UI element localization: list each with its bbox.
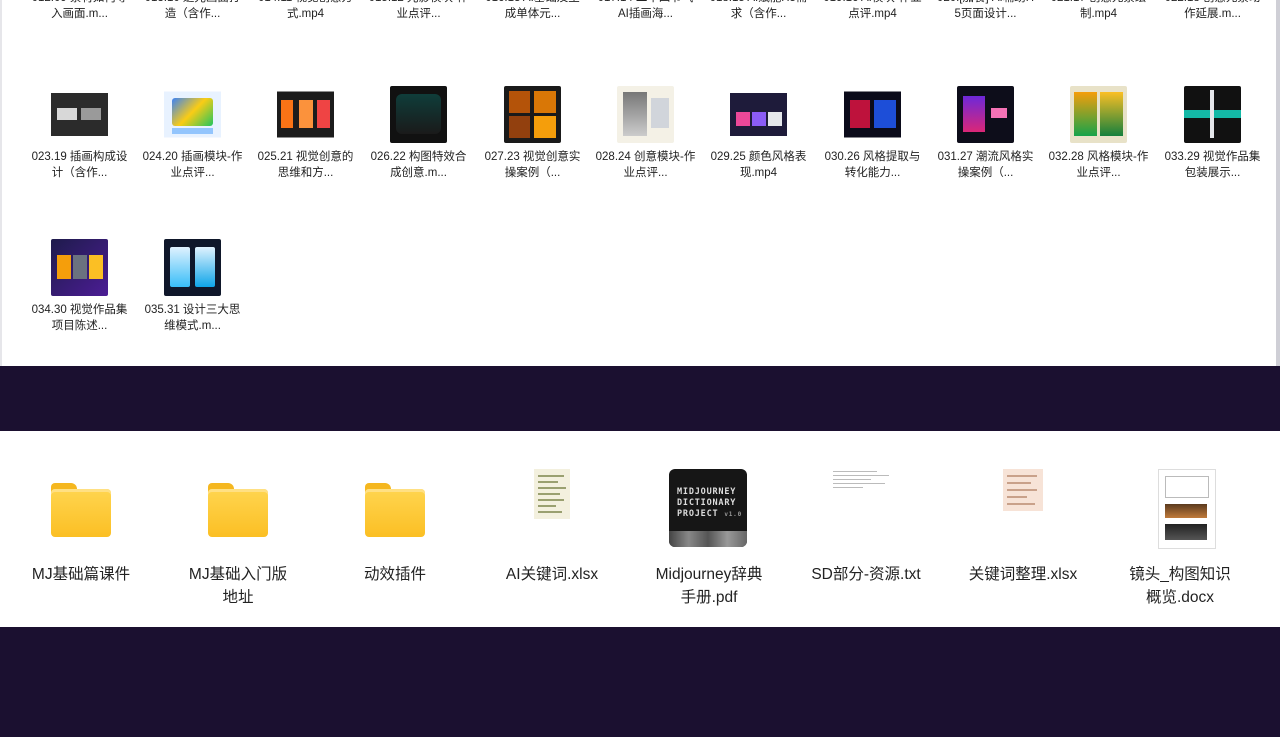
- video-file-item[interactable]: 028.24 创意模块-作业点评...: [589, 86, 702, 181]
- video-thumbnail-icon: [730, 86, 787, 143]
- item-name: 关键词整理.xlsx: [968, 566, 1078, 583]
- file-name: 018.15 AI赋能H5需求（含作...: [710, 0, 808, 20]
- video-file-item[interactable]: 025.21 视觉创意的思维和方...: [249, 86, 362, 181]
- file-name: 030.26 风格提取与转化能力...: [824, 151, 921, 179]
- video-thumbnail-icon: [277, 86, 334, 143]
- item-name: MJ基础篇课件: [31, 566, 131, 583]
- video-file-item[interactable]: 027.23 视觉创意实操案例（...: [476, 86, 589, 181]
- pdf-cover-line3: PROJECT: [677, 509, 719, 519]
- video-thumbnail-icon: [844, 86, 901, 143]
- video-file-item[interactable]: 033.29 视觉作品集包装展示...: [1156, 86, 1269, 181]
- file-item[interactable]: 015.12 光影模块-作业点评...: [362, 0, 475, 22]
- file-item[interactable]: 019.16 AI模块-作业点评.mp4: [816, 0, 929, 22]
- video-thumbnail-icon: [957, 86, 1014, 143]
- video-thumbnail-icon: [390, 86, 447, 143]
- folder-item[interactable]: MJ基础篇课件: [11, 469, 151, 586]
- video-thumbnail-icon: [504, 86, 561, 143]
- document-icon: [1140, 469, 1220, 553]
- file-item[interactable]: 016.13 AI基础及生成单体元...: [476, 0, 589, 22]
- file-item[interactable]: 014.11 视觉创意方式.mp4: [249, 0, 362, 22]
- file-item[interactable]: 镜头_构图知识概览.docx: [1110, 469, 1250, 609]
- file-name: 026.22 构图特效合成创意.m...: [370, 151, 467, 179]
- video-thumbnail-icon: [617, 86, 674, 143]
- video-thumbnail-icon: [51, 239, 108, 296]
- video-file-item[interactable]: 023.19 插画构成设计（含作...: [23, 86, 136, 181]
- folder-icon: [41, 469, 121, 553]
- pdf-icon: MIDJOURNEY DICTIONARY PROJECT v1.0: [669, 469, 749, 553]
- file-name: 029.25 颜色风格表现.mp4: [710, 151, 807, 179]
- video-file-item[interactable]: 035.31 设计三大思维模式.m...: [136, 239, 249, 334]
- spreadsheet-icon: [512, 469, 592, 553]
- file-name: 027.23 视觉创意实操案例（...: [484, 151, 581, 179]
- file-item[interactable]: MIDJOURNEY DICTIONARY PROJECT v1.0 Midjo…: [639, 469, 779, 609]
- file-list-panel: MJ基础篇课件 MJ基础入门版地址 动效插件 AI关键词.xlsx MIDJOU…: [0, 431, 1280, 627]
- file-item[interactable]: 017.14 二十四节气AI插画海...: [589, 0, 702, 22]
- video-file-item[interactable]: 024.20 插画模块-作业点评...: [136, 86, 249, 181]
- video-file-item[interactable]: 031.27 潮流风格实操案例（...: [929, 86, 1042, 181]
- folder-item[interactable]: MJ基础入门版地址: [168, 469, 308, 609]
- video-thumbnail-icon: [164, 86, 221, 143]
- file-name: 016.13 AI基础及生成单体元...: [485, 0, 580, 20]
- video-file-item[interactable]: 034.30 视觉作品集项目陈述...: [23, 239, 136, 334]
- file-name: 020.[加餐] AI辅助H5页面设计...: [937, 0, 1034, 20]
- folder-icon: [198, 469, 278, 553]
- file-name: 014.11 视觉创意方式.mp4: [258, 0, 353, 20]
- file-name: 019.16 AI模块-作业点评.mp4: [823, 0, 921, 20]
- file-name: 024.20 插画模块-作业点评...: [142, 151, 243, 179]
- file-name: 035.31 设计三大思维模式.m...: [144, 304, 241, 332]
- file-item[interactable]: 013.10 逆光画面打造（含作...: [136, 0, 249, 22]
- file-name: 032.28 风格模块-作业点评...: [1048, 151, 1149, 179]
- file-name: 028.24 创意模块-作业点评...: [595, 151, 696, 179]
- file-item[interactable]: 018.15 AI赋能H5需求（含作...: [702, 0, 815, 22]
- file-name: 031.27 潮流风格实操案例（...: [937, 151, 1034, 179]
- file-item[interactable]: AI关键词.xlsx: [482, 469, 622, 586]
- file-item[interactable]: 012.09 素材如何导入画面.m...: [23, 0, 136, 22]
- item-name: MJ基础入门版地址: [188, 566, 288, 606]
- video-thumbnail-icon: [164, 239, 221, 296]
- file-item[interactable]: SD部分-资源.txt: [796, 469, 936, 586]
- file-name: 021.17 创意元素绘制.mp4: [1051, 0, 1147, 20]
- video-file-item[interactable]: 029.25 颜色风格表现.mp4: [702, 86, 815, 181]
- video-thumbnail-icon: [1070, 86, 1127, 143]
- file-name: 023.19 插画构成设计（含作...: [31, 151, 128, 179]
- spreadsheet-icon: [983, 469, 1063, 553]
- file-grid-panel: 012.09 素材如何导入画面.m... 013.10 逆光画面打造（含作...…: [0, 0, 1276, 366]
- video-thumbnail-icon: [1184, 86, 1241, 143]
- file-name: 034.30 视觉作品集项目陈述...: [31, 304, 128, 332]
- file-item[interactable]: 020.[加餐] AI辅助H5页面设计...: [929, 0, 1042, 22]
- file-name: 013.10 逆光画面打造（含作...: [145, 0, 241, 20]
- item-name: AI关键词.xlsx: [505, 566, 599, 583]
- video-file-item[interactable]: 030.26 风格提取与转化能力...: [816, 86, 929, 181]
- folder-item[interactable]: 动效插件: [325, 469, 465, 586]
- item-name: 镜头_构图知识概览.docx: [1129, 566, 1231, 606]
- pdf-cover-version: v1.0: [724, 511, 743, 518]
- item-name: SD部分-资源.txt: [811, 566, 921, 583]
- text-file-icon: [826, 469, 906, 553]
- file-item[interactable]: 021.17 创意元素绘制.mp4: [1042, 0, 1155, 22]
- file-item[interactable]: 022.18 创意元素动作延展.m...: [1156, 0, 1269, 22]
- file-item[interactable]: 关键词整理.xlsx: [953, 469, 1093, 586]
- file-name: 015.12 光影模块-作业点评...: [369, 0, 469, 20]
- folder-icon: [355, 469, 435, 553]
- video-file-item[interactable]: 026.22 构图特效合成创意.m...: [362, 86, 475, 181]
- file-name: 033.29 视觉作品集包装展示...: [1164, 151, 1261, 179]
- item-name: Midjourney辞典手册.pdf: [655, 566, 763, 606]
- video-file-item[interactable]: 032.28 风格模块-作业点评...: [1042, 86, 1155, 181]
- file-name: 017.14 二十四节气AI插画海...: [598, 0, 694, 20]
- file-name: 022.18 创意元素动作延展.m...: [1165, 0, 1261, 20]
- scrollbar[interactable]: [1276, 0, 1280, 366]
- file-name: 012.09 素材如何导入画面.m...: [32, 0, 128, 20]
- file-name: 025.21 视觉创意的思维和方...: [257, 151, 354, 179]
- video-thumbnail-icon: [51, 86, 108, 143]
- item-name: 动效插件: [363, 566, 426, 583]
